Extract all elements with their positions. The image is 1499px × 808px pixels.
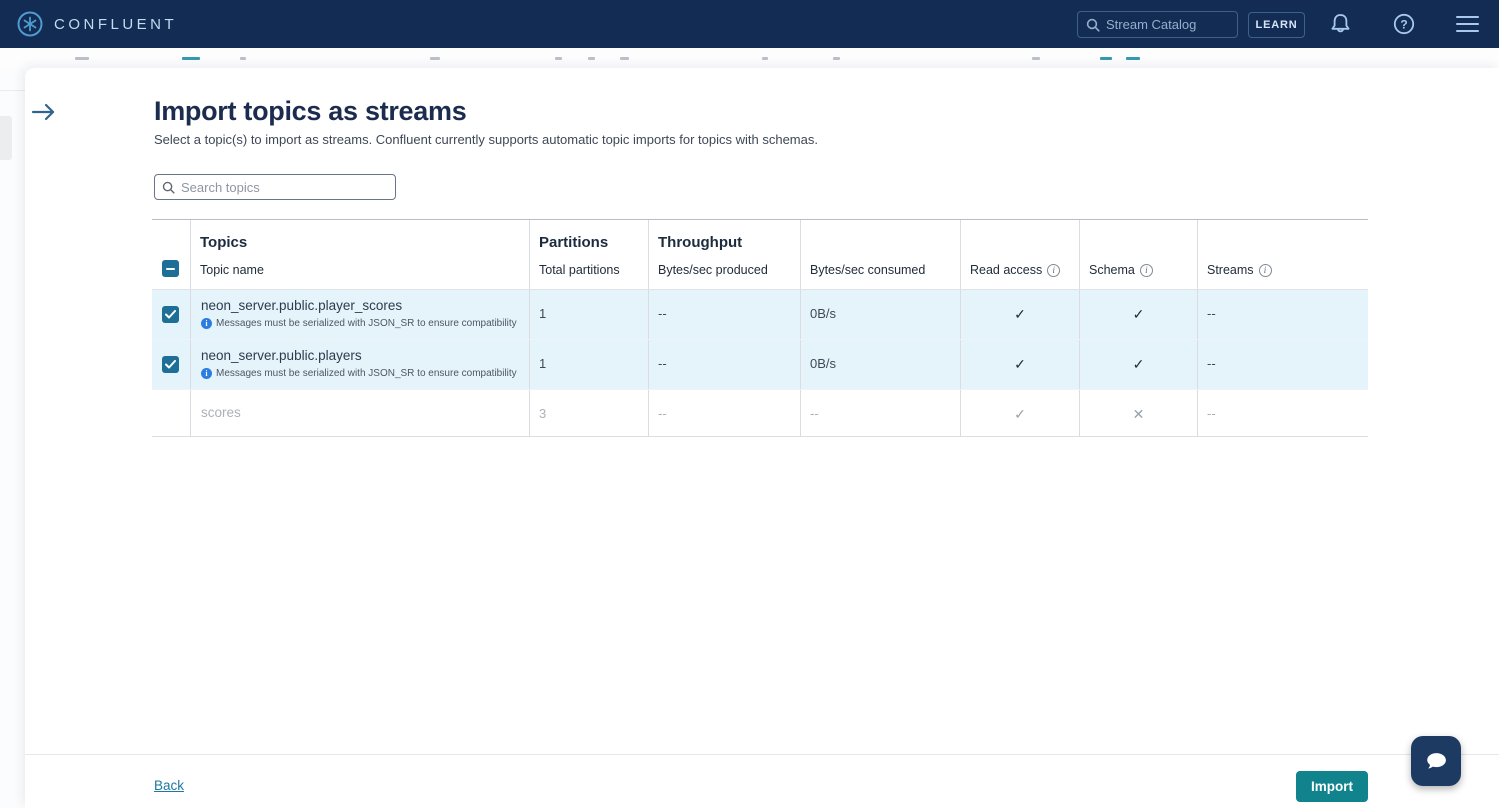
schema-cross: ✕ xyxy=(1079,390,1197,436)
read-access-check: ✓ xyxy=(960,340,1079,389)
topic-name: neon_server.public.player_scores xyxy=(201,298,402,313)
stream-catalog-search[interactable] xyxy=(1077,11,1238,38)
header-read-access: Read accessi xyxy=(960,220,1079,289)
streams-value: -- xyxy=(1197,290,1368,339)
svg-text:?: ? xyxy=(1400,17,1407,31)
info-icon: i xyxy=(201,368,212,379)
app-root: CONFLUENT LEARN ? xyxy=(0,0,1499,808)
partitions-value: 1 xyxy=(529,290,648,339)
read-access-check: ✓ xyxy=(960,290,1079,339)
produced-value: -- xyxy=(648,340,800,389)
breadcrumb-clipped xyxy=(0,48,1499,68)
chat-bubble-icon xyxy=(1422,747,1450,775)
header-select-cell xyxy=(152,220,190,289)
chat-button[interactable] xyxy=(1411,736,1461,786)
streams-value: -- xyxy=(1197,340,1368,389)
row-checkbox-checked[interactable] xyxy=(162,356,179,373)
learn-button[interactable]: LEARN xyxy=(1248,12,1305,38)
search-icon xyxy=(162,181,175,194)
import-topics-panel: Import topics as streams Select a topic(… xyxy=(25,68,1499,808)
brand-name: CONFLUENT xyxy=(54,16,177,33)
topic-search-box[interactable] xyxy=(154,174,396,200)
topic-search-input[interactable] xyxy=(181,180,381,195)
help-icon[interactable]: ? xyxy=(1393,13,1415,35)
info-icon[interactable]: i xyxy=(1140,264,1153,277)
menu-icon[interactable] xyxy=(1456,16,1479,37)
top-nav: CONFLUENT LEARN ? xyxy=(0,0,1499,48)
info-icon[interactable]: i xyxy=(1259,264,1272,277)
header-throughput: Throughput Bytes/sec produced xyxy=(648,220,800,289)
stream-catalog-input[interactable] xyxy=(1106,17,1226,32)
table-row-disabled: scores 3 -- -- ✓ ✕ -- xyxy=(152,390,1368,437)
back-link[interactable]: Back xyxy=(154,778,184,793)
info-icon: i xyxy=(201,318,212,329)
streams-value: -- xyxy=(1197,390,1368,436)
collapse-arrow-icon[interactable] xyxy=(30,101,58,123)
partitions-value: 3 xyxy=(529,390,648,436)
consumed-value: 0B/s xyxy=(800,340,960,389)
table-header: Topics Topic name Partitions Total parti… xyxy=(152,219,1368,290)
confluent-logo-icon[interactable] xyxy=(16,10,44,38)
bell-icon[interactable] xyxy=(1329,12,1352,37)
topics-table: Topics Topic name Partitions Total parti… xyxy=(152,219,1368,437)
produced-value: -- xyxy=(648,390,800,436)
topic-note: iMessages must be serialized with JSON_S… xyxy=(201,368,517,379)
schema-check: ✓ xyxy=(1079,340,1197,389)
page-subtitle: Select a topic(s) to import as streams. … xyxy=(154,132,818,147)
search-icon xyxy=(1086,18,1100,32)
page-title: Import topics as streams xyxy=(154,96,466,127)
row-checkbox-checked[interactable] xyxy=(162,306,179,323)
schema-check: ✓ xyxy=(1079,290,1197,339)
topic-name: scores xyxy=(201,405,241,420)
footer-divider xyxy=(25,754,1499,755)
header-partitions: Partitions Total partitions xyxy=(529,220,648,289)
header-schema: Schemai xyxy=(1079,220,1197,289)
header-streams: Streamsi xyxy=(1197,220,1368,289)
topic-note: iMessages must be serialized with JSON_S… xyxy=(201,318,517,329)
consumed-value: -- xyxy=(800,390,960,436)
read-access-check: ✓ xyxy=(960,390,1079,436)
info-icon[interactable]: i xyxy=(1047,264,1060,277)
import-button[interactable]: Import xyxy=(1296,771,1368,802)
header-consumed: Bytes/sec consumed xyxy=(800,220,960,289)
background-left-strip xyxy=(0,68,25,808)
partitions-value: 1 xyxy=(529,340,648,389)
table-row[interactable]: neon_server.public.players iMessages mus… xyxy=(152,340,1368,390)
produced-value: -- xyxy=(648,290,800,339)
consumed-value: 0B/s xyxy=(800,290,960,339)
select-all-checkbox[interactable] xyxy=(162,260,179,277)
table-row[interactable]: neon_server.public.player_scores iMessag… xyxy=(152,290,1368,340)
topic-name: neon_server.public.players xyxy=(201,348,362,363)
collapsed-side-tab xyxy=(0,116,12,160)
header-topics: Topics Topic name xyxy=(190,220,529,289)
